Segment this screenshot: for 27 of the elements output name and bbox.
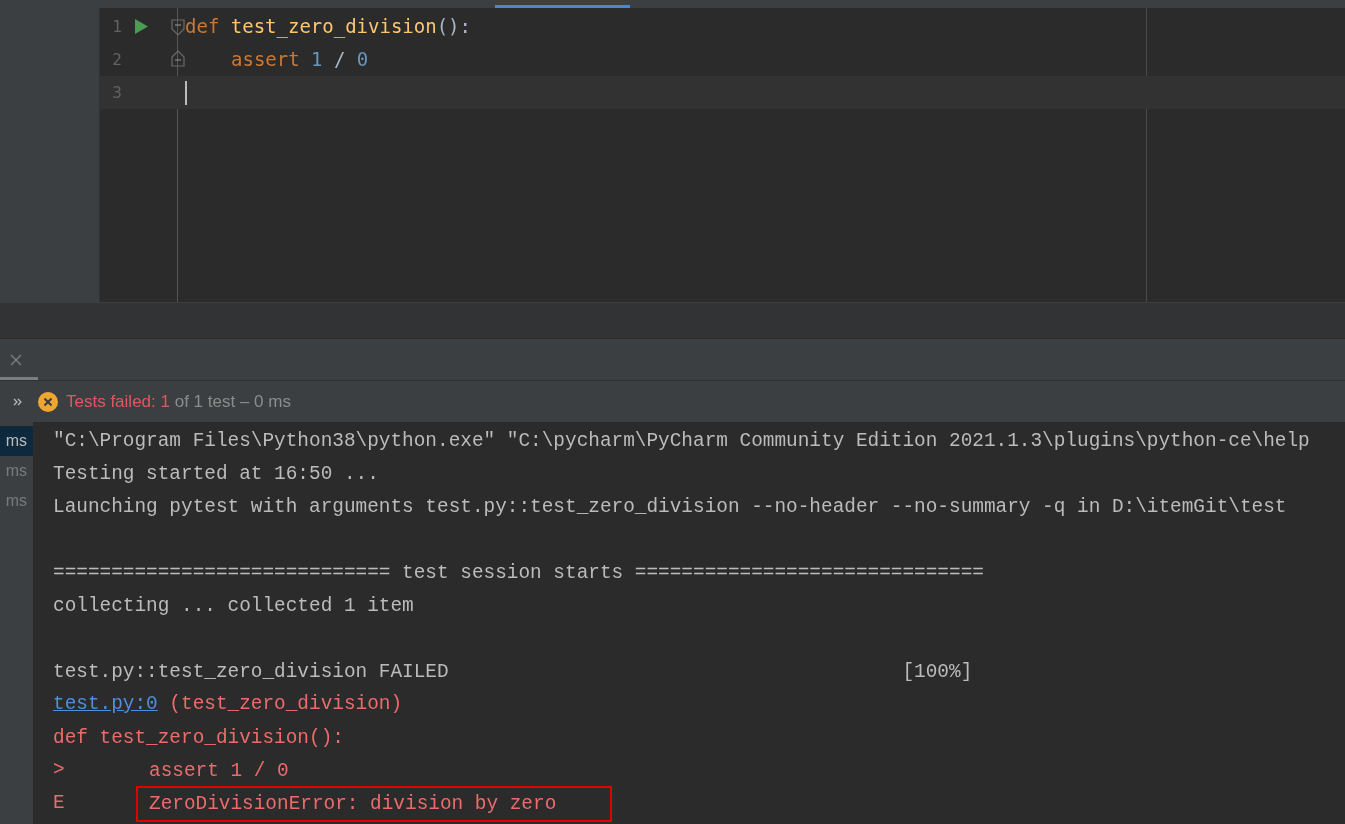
line-marker: E xyxy=(53,790,66,816)
console-line: (test_zero_division) xyxy=(168,691,403,717)
text-cursor xyxy=(185,80,187,105)
console-line: ============================= test session starts ============================== xyxy=(53,561,984,584)
error-icon xyxy=(38,391,58,412)
fold-icon[interactable] xyxy=(171,49,185,67)
console-line: Launching pytest with arguments test.py::test_zero_division --no-header --no-summary -q in D:\itemGit\test xyxy=(53,495,1287,518)
code-text: def test_zero_division(): xyxy=(185,14,471,40)
line-number: 2 xyxy=(111,48,122,71)
console-line: "C:\Program Files\Python38\python.exe" "C:\pycharm\PyCharm Community Edition 2021.1.3\plugins\python-ce\help xyxy=(53,429,1310,452)
console-line: assert 1 / 0 xyxy=(149,759,289,782)
test-tree-item[interactable]: ms xyxy=(0,486,33,516)
line-number: 1 xyxy=(111,15,122,38)
test-tree-item[interactable]: ms xyxy=(0,456,33,486)
console-line: test.py::test_zero_division FAILED [100%] xyxy=(53,660,973,683)
close-icon[interactable] xyxy=(10,354,22,366)
console-line: ZeroDivisionError: division by zero xyxy=(149,792,557,815)
console-line: collecting ... collected 1 item xyxy=(53,594,414,617)
code-text: assert 1 / 0 xyxy=(231,47,369,73)
console-line: def test_zero_division(): xyxy=(53,726,344,749)
console-line: Testing started at 16:50 ... xyxy=(53,462,379,485)
test-status-text: Tests failed: 1 of 1 test – 0 ms xyxy=(66,390,291,413)
run-icon[interactable] xyxy=(135,19,148,34)
line-marker: > xyxy=(53,757,66,783)
fold-icon[interactable] xyxy=(171,19,185,37)
test-tree-item[interactable]: ms xyxy=(0,426,33,456)
source-link[interactable]: test.py:0 xyxy=(53,689,158,720)
